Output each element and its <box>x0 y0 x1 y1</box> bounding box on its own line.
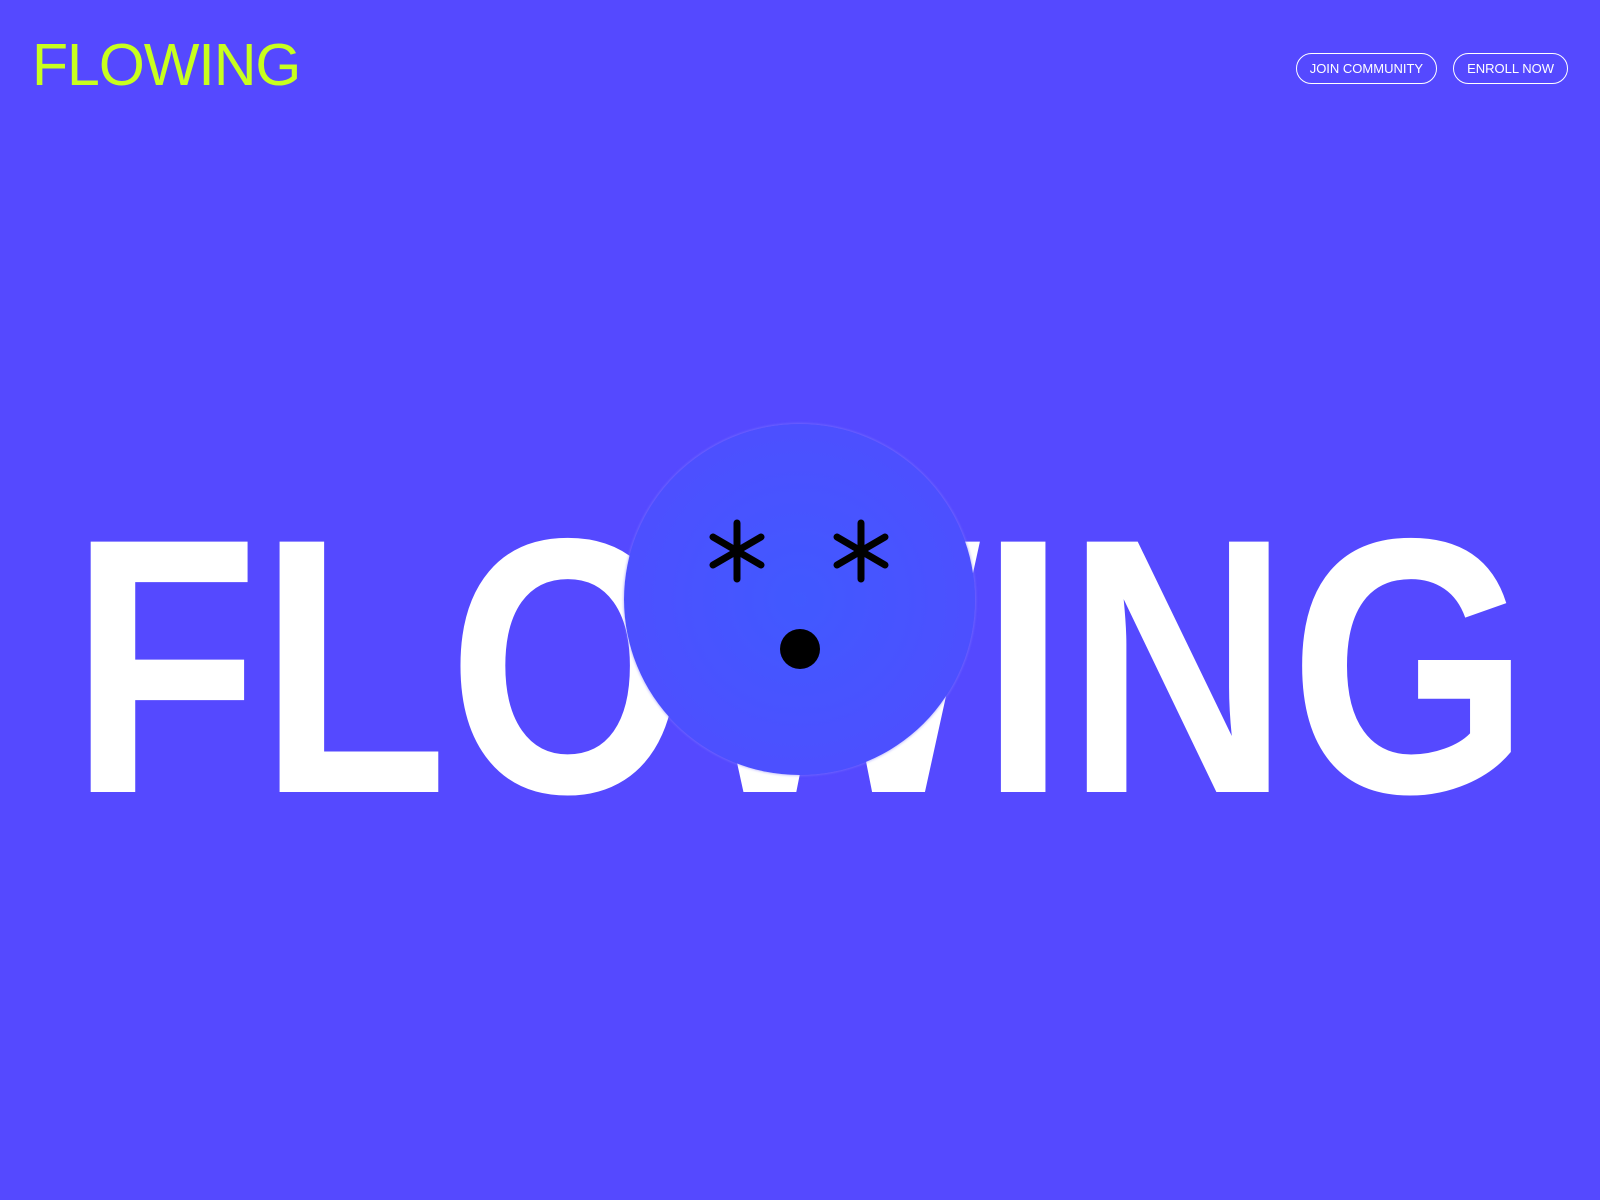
mouth-dot-icon <box>780 629 820 669</box>
blob-face <box>709 519 889 669</box>
right-eye-asterisk-icon <box>833 519 889 583</box>
left-eye-asterisk-icon <box>709 519 765 583</box>
